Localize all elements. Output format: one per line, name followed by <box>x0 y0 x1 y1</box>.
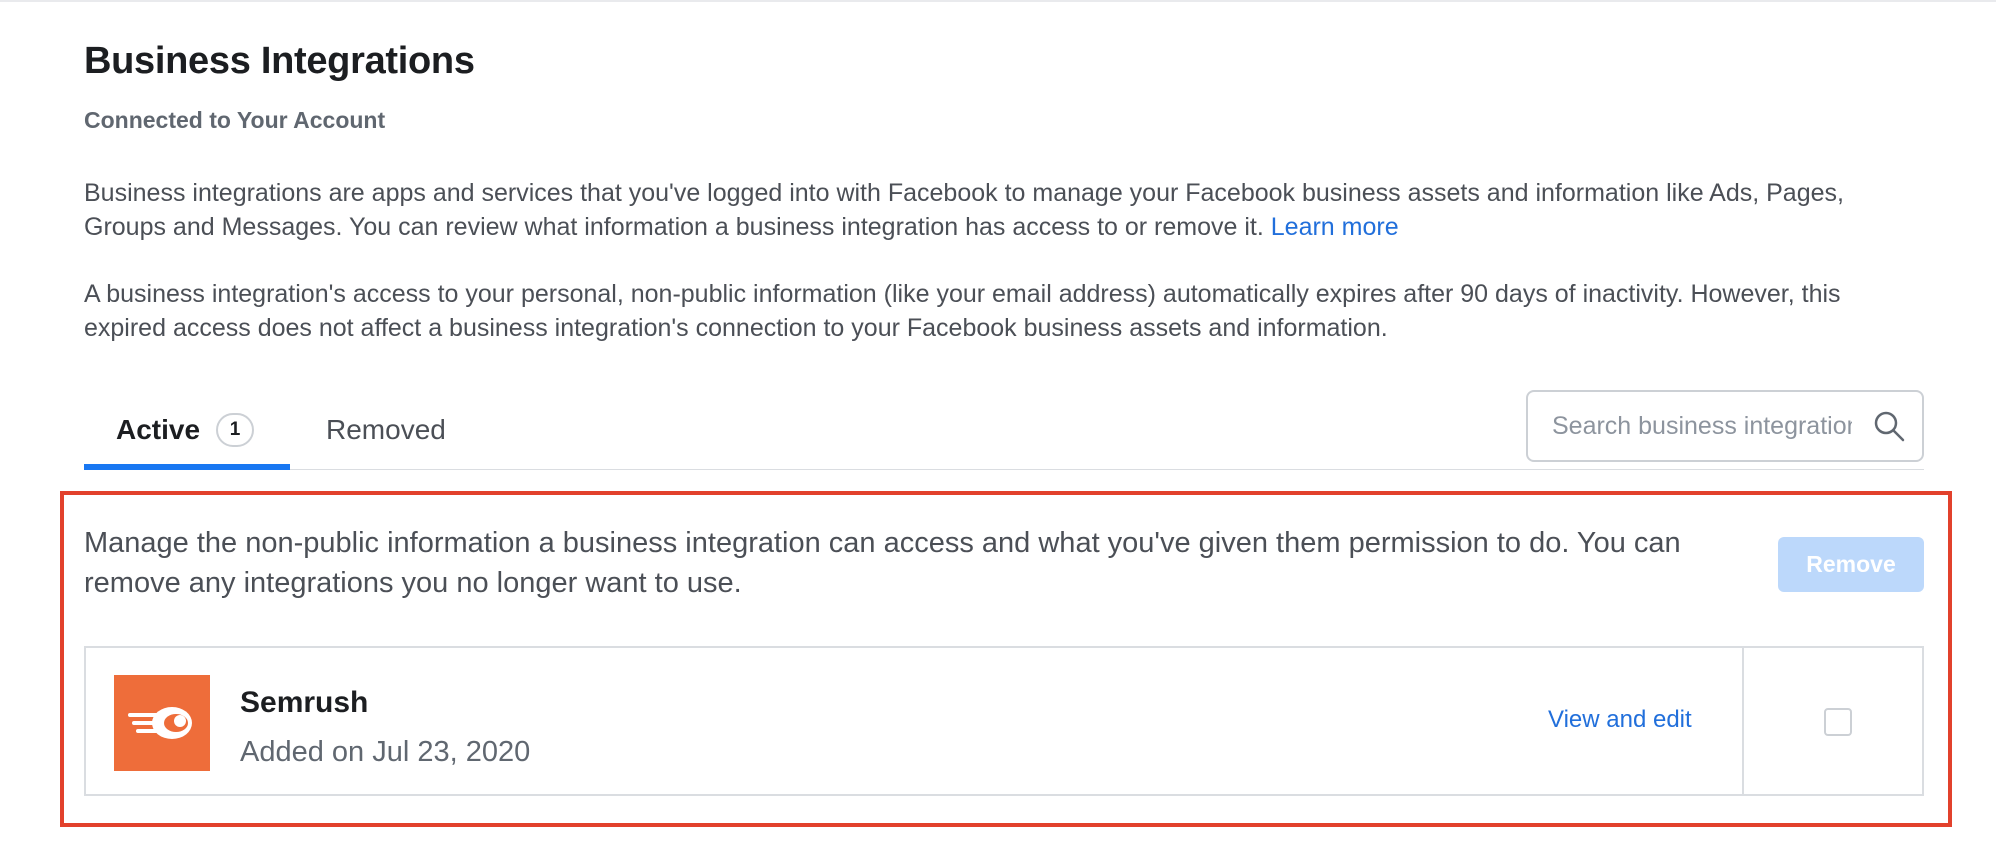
search-input[interactable] <box>1552 411 1852 441</box>
row-divider <box>1742 648 1744 794</box>
tab-active[interactable]: Active 1 <box>84 390 290 470</box>
tab-active-count-badge: 1 <box>216 413 255 447</box>
integration-select-checkbox[interactable] <box>1824 708 1852 736</box>
tab-removed[interactable]: Removed <box>322 390 446 470</box>
search-box[interactable] <box>1526 390 1924 462</box>
intro-paragraph: Business integrations are apps and servi… <box>84 176 1924 244</box>
search-icon[interactable] <box>1872 409 1906 443</box>
integration-name: Semrush <box>240 686 369 719</box>
tab-removed-label: Removed <box>326 414 446 445</box>
learn-more-link[interactable]: Learn more <box>1271 213 1399 241</box>
remove-button[interactable]: Remove <box>1778 537 1924 592</box>
integration-row: Semrush Added on Jul 23, 2020 View and e… <box>84 646 1924 796</box>
page-title: Business Integrations <box>84 40 475 82</box>
tabs-bar: Active 1 Removed <box>84 390 1924 470</box>
page-content: Business Integrations Connected to Your … <box>84 40 1924 342</box>
intro-text: Business integrations are apps and servi… <box>84 179 1844 241</box>
view-and-edit-link[interactable]: View and edit <box>1548 706 1692 734</box>
page-subtitle: Connected to Your Account <box>84 107 386 133</box>
active-tab-indicator <box>84 464 290 470</box>
manage-description: Manage the non-public information a busi… <box>84 527 1681 599</box>
tab-active-label: Active <box>116 414 201 445</box>
top-divider <box>0 0 1996 2</box>
integration-added-date: Added on Jul 23, 2020 <box>240 736 531 768</box>
expiry-paragraph: A business integration's access to your … <box>84 280 1841 342</box>
semrush-logo-icon <box>114 675 210 771</box>
